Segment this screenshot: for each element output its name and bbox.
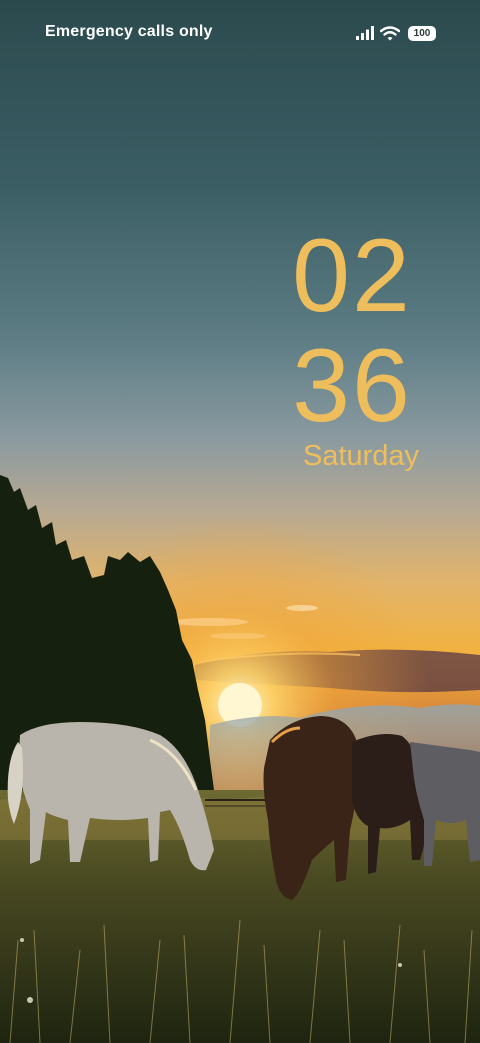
wifi-icon bbox=[380, 25, 400, 41]
battery-icon: 100 bbox=[408, 25, 436, 41]
lock-screen[interactable]: Emergency calls only 100 02 36 Saturday bbox=[0, 0, 480, 1043]
day-of-week-label: Saturday bbox=[302, 440, 420, 472]
clock-minutes: 36 bbox=[292, 328, 412, 444]
lock-screen-clock: 02 36 bbox=[282, 222, 422, 440]
cellular-signal-icon bbox=[356, 26, 374, 40]
status-bar: Emergency calls only 100 bbox=[0, 0, 480, 66]
battery-level-text: 100 bbox=[413, 27, 431, 39]
carrier-status-text: Emergency calls only bbox=[45, 23, 213, 40]
status-icons: 100 bbox=[356, 23, 436, 43]
clock-hours: 02 bbox=[292, 218, 412, 334]
wallpaper-image bbox=[0, 0, 480, 1043]
